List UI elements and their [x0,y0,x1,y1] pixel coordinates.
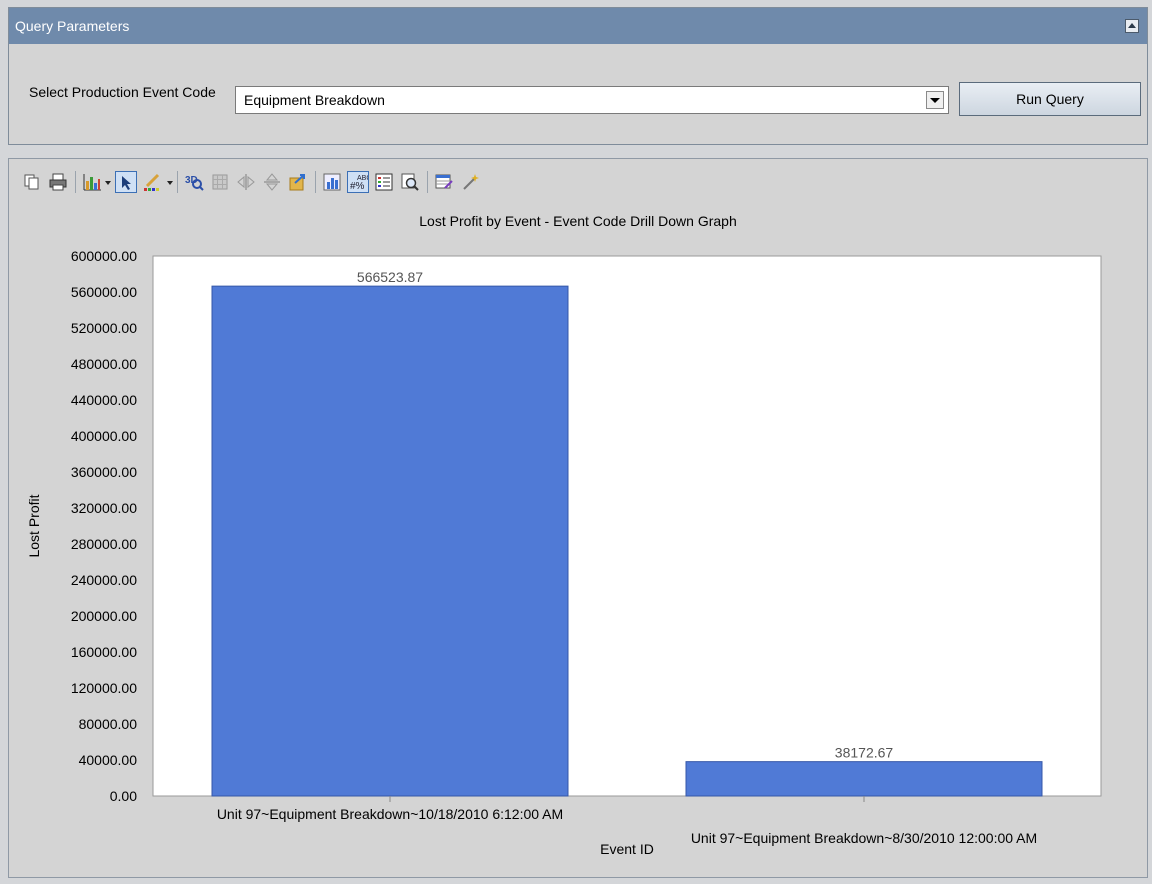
bar[interactable] [211,285,569,797]
y-tick-label: 280000.00 [71,536,137,552]
y-tick-label: 0.00 [110,788,137,804]
query-parameters-header: Query Parameters [9,8,1147,44]
y-tick-label: 120000.00 [71,680,137,696]
y-tick-label: 480000.00 [71,356,137,372]
chevron-down-icon[interactable] [926,91,944,109]
x-tick-label: Unit 97~Equipment Breakdown~8/30/2010 12… [691,830,1037,846]
y-axis: 0.00 40000.00 80000.00 120000.00 160000.00 20… [71,248,137,804]
chart-panel: 3D ABC#% [8,158,1148,878]
y-tick-label: 200000.00 [71,608,137,624]
y-tick-label: 240000.00 [71,572,137,588]
x-tick-label: Unit 97~Equipment Breakdown~10/18/2010 6… [217,806,563,822]
run-query-button[interactable]: Run Query [959,82,1141,116]
y-tick-label: 160000.00 [71,644,137,660]
y-tick-label: 40000.00 [79,752,138,768]
bar-value-label: 566523.87 [357,269,423,285]
y-tick-label: 440000.00 [71,392,137,408]
y-tick-label: 520000.00 [71,320,137,336]
bar-value-label: 38172.67 [835,745,894,761]
y-tick-label: 360000.00 [71,464,137,480]
bar[interactable] [685,761,1043,797]
x-axis: Unit 97~Equipment Breakdown~10/18/2010 6… [217,796,1037,846]
event-code-label: Select Production Event Code [29,84,216,100]
event-code-dropdown[interactable]: Equipment Breakdown [235,86,949,114]
query-parameters-panel: Query Parameters Select Production Event… [8,7,1148,145]
y-tick-label: 560000.00 [71,284,137,300]
y-axis-label: Lost Profit [26,494,42,557]
collapse-panel-icon[interactable] [1125,19,1139,33]
y-tick-label: 80000.00 [79,716,138,732]
y-tick-label: 320000.00 [71,500,137,516]
y-tick-label: 600000.00 [71,248,137,264]
query-parameters-title: Query Parameters [15,18,130,34]
bar-chart: 0.00 40000.00 80000.00 120000.00 160000.00 20… [26,248,1102,857]
x-axis-label: Event ID [600,841,654,857]
event-code-selected-value: Equipment Breakdown [244,92,385,108]
y-tick-label: 400000.00 [71,428,137,444]
